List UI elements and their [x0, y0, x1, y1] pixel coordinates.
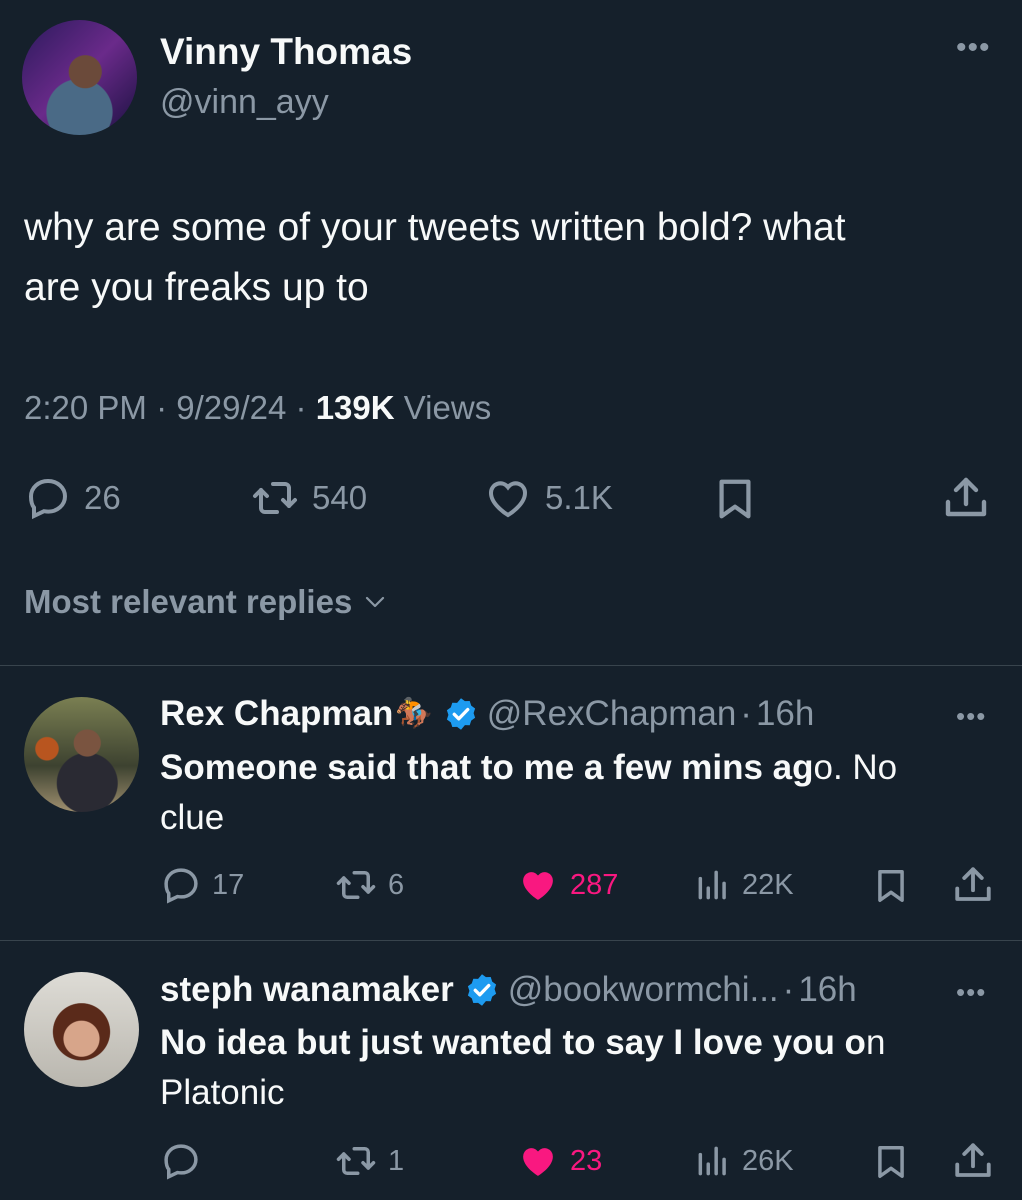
more-icon[interactable]: •••	[956, 33, 991, 63]
like-icon	[523, 1148, 553, 1176]
reply-header: Rex Chapman 🏇 @RexChapman · 16h	[160, 692, 814, 736]
reply-author-handle[interactable]: @bookwormchi...	[508, 968, 779, 1012]
more-icon[interactable]: •••	[956, 979, 986, 1005]
share-icon	[945, 477, 987, 517]
avatar[interactable]	[24, 697, 139, 812]
repost-count: 1	[388, 1144, 405, 1177]
repost-button[interactable]: 6	[334, 864, 404, 906]
like-icon	[489, 481, 527, 518]
avatar[interactable]	[24, 972, 139, 1087]
views-label: Views	[403, 389, 492, 426]
reply-text-line: Platonic	[160, 1073, 285, 1112]
divider	[0, 665, 1022, 666]
share-button[interactable]	[952, 864, 994, 906]
avatar[interactable]	[22, 20, 137, 135]
separator: ·	[740, 694, 752, 733]
replies-sort-label: Most relevant replies	[24, 583, 353, 620]
tweet-text-line: are you freaks up to	[24, 266, 369, 309]
reply-text: No idea but just wanted to say I love yo…	[160, 1018, 990, 1118]
like-button[interactable]: 287	[516, 864, 618, 906]
replies-sort-dropdown[interactable]: Most relevant replies	[24, 580, 390, 624]
views-count: 22K	[742, 868, 794, 901]
bookmark-button[interactable]	[712, 474, 758, 524]
author-emoji: 🏇	[395, 697, 433, 730]
like-count: 5.1K	[545, 479, 613, 516]
reply-count: 26	[84, 479, 121, 516]
reply-text-bold: Someone said that to me a few mins ag	[160, 748, 814, 787]
views-count: 139K	[315, 389, 395, 426]
repost-icon	[253, 482, 297, 514]
repost-count: 540	[312, 479, 368, 516]
repost-icon	[336, 1147, 376, 1175]
reply-header: steph wanamaker @bookwormchi... · 16h	[160, 968, 857, 1012]
reply-button[interactable]: 26	[24, 474, 121, 522]
bookmark-icon	[878, 1146, 904, 1178]
like-button[interactable]: 5.1K	[483, 474, 613, 522]
reply-text: Someone said that to me a few mins ago. …	[160, 743, 990, 843]
divider	[0, 940, 1022, 941]
views-button[interactable]: 26K	[694, 1140, 794, 1182]
chevron-down-icon	[366, 596, 385, 608]
verified-icon	[446, 698, 475, 730]
reply-text-bold: No idea but just wanted to say I love yo…	[160, 1023, 866, 1062]
reply-icon	[164, 868, 198, 904]
views-icon	[698, 870, 726, 900]
more-icon[interactable]: •••	[956, 703, 986, 729]
repost-button[interactable]: 1	[334, 1140, 404, 1182]
separator: ·	[295, 389, 307, 426]
bookmark-button[interactable]	[872, 1140, 910, 1184]
views-button[interactable]: 22K	[694, 864, 794, 906]
reply-time[interactable]: 16h	[756, 692, 814, 736]
like-count: 287	[570, 868, 619, 901]
separator: ·	[156, 389, 168, 426]
like-icon	[523, 872, 553, 900]
tweet-text-line: why are some of your tweets written bold…	[24, 206, 846, 249]
bookmark-icon	[878, 870, 904, 902]
share-button[interactable]	[942, 474, 990, 522]
like-button[interactable]: 23	[516, 1140, 602, 1182]
bookmark-icon	[719, 479, 751, 519]
reply-button[interactable]	[160, 1140, 212, 1182]
reply-author-name[interactable]: Rex Chapman	[160, 692, 393, 736]
reply-text-line: clue	[160, 798, 225, 837]
author-name[interactable]: Vinny Thomas	[160, 30, 412, 74]
share-icon	[955, 867, 991, 901]
reply-text-line: No idea but just wanted to say I love yo…	[160, 1018, 990, 1068]
reply-time[interactable]: 16h	[798, 968, 856, 1012]
reply-button[interactable]: 17	[160, 864, 244, 906]
tweet-time[interactable]: 2:20 PM	[24, 389, 147, 426]
repost-button[interactable]: 540	[250, 474, 367, 522]
bookmark-button[interactable]	[872, 864, 910, 908]
tweet-meta: 2:20 PM · 9/29/24 · 139K Views	[24, 386, 491, 430]
reply-icon	[28, 478, 68, 520]
reply-author-handle[interactable]: @RexChapman	[487, 692, 737, 736]
reply-text-rest: o. No	[813, 748, 898, 787]
tweet-text: why are some of your tweets written bold…	[24, 198, 994, 318]
verified-icon	[467, 974, 496, 1006]
share-icon	[955, 1143, 991, 1177]
separator: ·	[782, 970, 795, 1009]
share-button[interactable]	[952, 1140, 994, 1182]
views-count: 26K	[742, 1144, 794, 1177]
views-icon	[698, 1146, 726, 1176]
reply-text-rest: n	[865, 1023, 886, 1062]
reply-count: 17	[212, 868, 245, 901]
like-count: 23	[570, 1144, 603, 1177]
repost-count: 6	[388, 868, 405, 901]
repost-icon	[336, 871, 376, 899]
tweet-date[interactable]: 9/29/24	[176, 389, 286, 426]
reply-icon	[164, 1144, 198, 1180]
reply-author-name[interactable]: steph wanamaker	[160, 968, 454, 1012]
reply-text-line: Someone said that to me a few mins ago. …	[160, 743, 990, 793]
author-handle[interactable]: @vinn_ayy	[160, 80, 329, 124]
